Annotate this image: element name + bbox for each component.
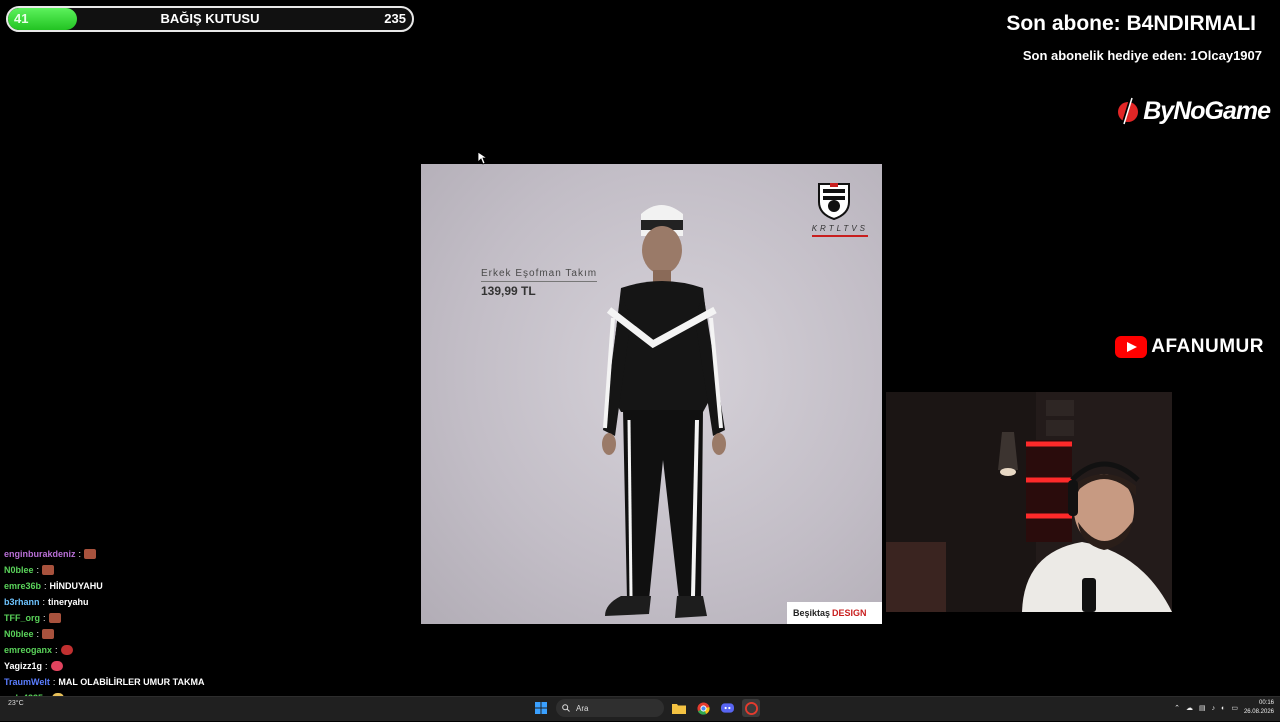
webcam-feed bbox=[886, 392, 1172, 612]
webcam-scene bbox=[886, 392, 1172, 612]
tray-chevron-up-icon[interactable]: ⌃ bbox=[1174, 704, 1180, 712]
brand-badge: Beşiktaş DESIGN bbox=[787, 602, 882, 624]
tray-volume-icon[interactable]: ◐ bbox=[1221, 705, 1225, 712]
chat-separator: : bbox=[42, 597, 46, 607]
chat-username[interactable]: TFF_org bbox=[4, 610, 40, 626]
model-in-tracksuit bbox=[602, 205, 726, 618]
chat-emote-icon bbox=[42, 565, 55, 575]
tray-battery-icon[interactable]: ▭ bbox=[1231, 704, 1238, 712]
chat-message: Yagizz1g: bbox=[4, 658, 334, 674]
search-icon bbox=[562, 704, 570, 712]
chat-username[interactable]: enginburakdeniz bbox=[4, 546, 76, 562]
youtube-channel-name: AFANUMUR bbox=[1151, 336, 1264, 357]
clock-date: 26.08.2026 bbox=[1243, 709, 1274, 715]
taskbar-center: Ara bbox=[532, 699, 760, 717]
chat-message: emreoganx: bbox=[4, 642, 334, 658]
chat-separator: : bbox=[55, 645, 58, 655]
last-gift-sub: Son abonelik hediye eden: 1Olcay1907 bbox=[1022, 48, 1262, 63]
brand-badge-suffix: DESIGN bbox=[832, 608, 867, 618]
start-button[interactable] bbox=[532, 699, 550, 717]
chat-message: N0blee: bbox=[4, 562, 334, 578]
folder-icon bbox=[672, 703, 686, 714]
chat-username[interactable]: emreoganx bbox=[4, 642, 52, 658]
chat-username[interactable]: TraumWelt bbox=[4, 674, 50, 690]
app-button[interactable] bbox=[742, 699, 760, 717]
chat-emote-icon bbox=[60, 645, 73, 655]
chat-text: tineryahu bbox=[48, 597, 89, 607]
chat-separator: : bbox=[45, 661, 48, 671]
bynogame-logo-icon bbox=[1118, 97, 1139, 125]
chat-message: emre36b: HİNDUYAHU bbox=[4, 578, 334, 594]
weather-widget[interactable]: 23°C bbox=[8, 700, 24, 708]
discord-button[interactable] bbox=[718, 699, 736, 717]
chrome-icon bbox=[696, 701, 710, 715]
chat-text: HİNDUYAHU bbox=[49, 581, 103, 591]
file-explorer-button[interactable] bbox=[670, 699, 688, 717]
chat-emote-icon bbox=[84, 549, 97, 559]
last-subscriber: Son abone: B4NDIRMALI bbox=[1006, 12, 1256, 35]
taskbar: 23°C Ara ⌃ ☁ ▤ ♪ ◐ ▭ 00:16 26.08.2026 bbox=[0, 696, 1280, 721]
tray-mic-icon[interactable]: ♪ bbox=[1212, 705, 1216, 712]
tray-network-icon[interactable]: ▤ bbox=[1199, 704, 1206, 712]
clock-time: 00:16 bbox=[1258, 700, 1274, 706]
product-name: Erkek Eşofman Takım bbox=[481, 268, 598, 282]
chrome-button[interactable] bbox=[694, 699, 712, 717]
chat-message: TFF_org: bbox=[4, 610, 334, 626]
system-tray: ⌃ ☁ ▤ ♪ ◐ ▭ 00:16 26.08.2026 bbox=[1174, 699, 1274, 717]
sponsor-name: ByNoGame bbox=[1143, 96, 1271, 125]
taskbar-clock[interactable]: 00:16 26.08.2026 bbox=[1244, 699, 1274, 717]
product-price: 139,99 TL bbox=[481, 284, 536, 298]
youtube-badge: AFANUMUR bbox=[1115, 336, 1264, 358]
chat-emote-icon bbox=[42, 629, 55, 639]
chat-username[interactable]: N0blee bbox=[4, 562, 34, 578]
besiktas-crest-icon bbox=[818, 183, 850, 220]
chat-separator: : bbox=[43, 613, 46, 623]
weather-temp: 23°C bbox=[8, 700, 24, 707]
product-image: Erkek Eşofman Takım 139,99 TL KRTLTVS Be… bbox=[421, 164, 882, 624]
youtube-icon bbox=[1115, 336, 1148, 358]
brand-badge-name: Beşiktaş bbox=[793, 608, 831, 618]
kartal-label: KRTLTVS bbox=[811, 224, 868, 237]
discord-icon bbox=[720, 703, 734, 713]
chat-separator: : bbox=[44, 581, 47, 591]
sponsor-logo: ByNoGame bbox=[1117, 94, 1271, 128]
chat-username[interactable]: emre36b bbox=[4, 578, 41, 594]
mouse-cursor-icon bbox=[477, 151, 487, 165]
chat-username[interactable]: Yagizz1g bbox=[4, 658, 42, 674]
donation-bar: 41 BAĞIŞ KUTUSU 235 bbox=[6, 6, 414, 32]
windows-logo-icon bbox=[535, 702, 547, 714]
chat-text: MAL OLABİLİRLER UMUR TAKMA bbox=[58, 677, 205, 687]
chat-message: TraumWelt: MAL OLABİLİRLER UMUR TAKMA bbox=[4, 674, 334, 690]
chat-emote-icon bbox=[50, 661, 63, 671]
chat-message: b3rhann: tineryahu bbox=[4, 594, 334, 610]
chat-separator: : bbox=[36, 629, 40, 639]
chat-username[interactable]: N0blee bbox=[4, 626, 34, 642]
app-icon bbox=[744, 701, 758, 715]
taskbar-search[interactable]: Ara bbox=[556, 699, 664, 717]
chat-message: N0blee: bbox=[4, 626, 334, 642]
chat-separator: : bbox=[52, 677, 56, 687]
chat-username[interactable]: b3rhann bbox=[4, 594, 40, 610]
chat-separator: : bbox=[36, 565, 40, 575]
chat-message: enginburakdeniz: bbox=[4, 546, 334, 562]
chat-separator: : bbox=[78, 549, 82, 559]
tray-cloud-icon[interactable]: ☁ bbox=[1186, 704, 1193, 712]
donation-title: BAĞIŞ KUTUSU bbox=[160, 11, 260, 26]
search-placeholder: Ara bbox=[576, 703, 589, 713]
chat-emote-icon bbox=[48, 613, 61, 623]
donation-goal: 235 bbox=[384, 11, 406, 26]
